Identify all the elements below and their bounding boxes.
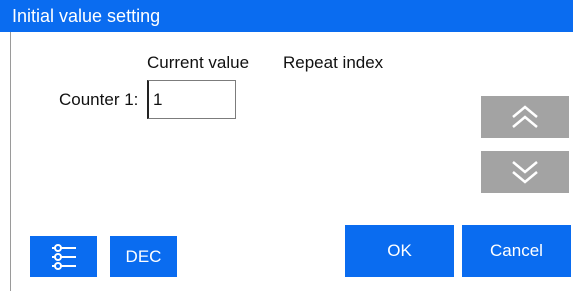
cancel-button[interactable]: Cancel xyxy=(462,225,571,277)
scroll-up-button[interactable] xyxy=(481,96,569,138)
repeat-index-header: Repeat index xyxy=(283,53,384,72)
counter-1-label: Counter 1: xyxy=(59,90,139,109)
dec-button[interactable]: DEC xyxy=(110,236,177,277)
current-value-header: Current value xyxy=(147,53,250,72)
scroll-down-button[interactable] xyxy=(481,151,569,193)
ok-button[interactable]: OK xyxy=(345,225,454,277)
double-chevron-up-icon xyxy=(512,105,538,128)
initial-value-dialog: Initial value setting Current value Repe… xyxy=(0,0,573,291)
dialog-title: Initial value setting xyxy=(0,0,573,32)
double-chevron-down-icon xyxy=(512,161,538,184)
settings-menu-button[interactable] xyxy=(30,236,97,277)
settings-sliders-icon xyxy=(51,243,76,270)
counter-1-current-value-input[interactable] xyxy=(147,80,236,119)
left-divider xyxy=(10,32,11,291)
